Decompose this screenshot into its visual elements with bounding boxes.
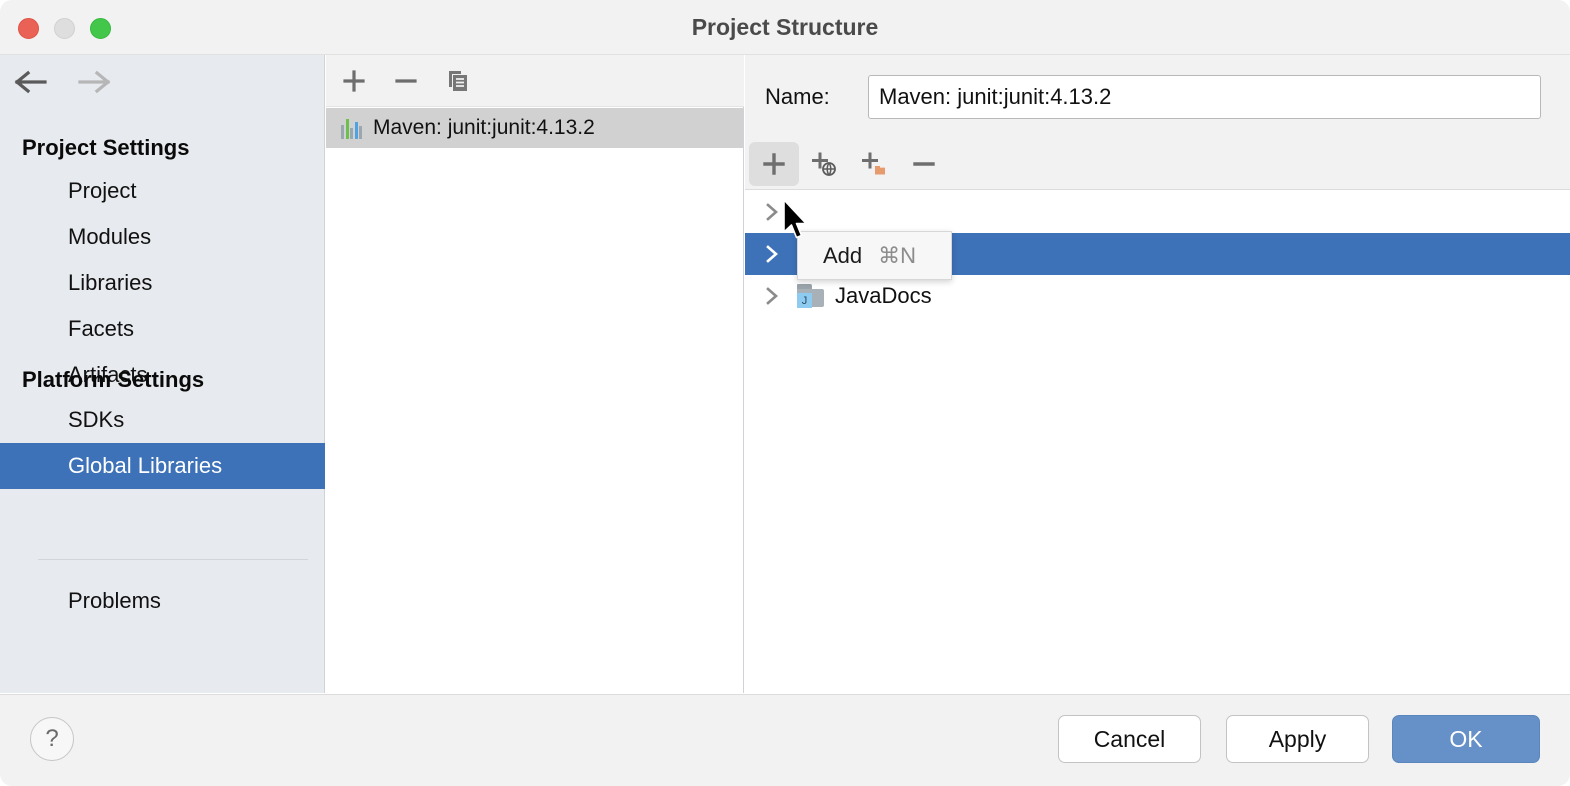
sidebar-item-label: Modules [68, 224, 151, 250]
window-title: Project Structure [0, 0, 1570, 55]
sidebar-item-label: Libraries [68, 270, 152, 296]
navigation-arrows [14, 69, 111, 95]
sidebar-section-platform-settings: Platform Settings [22, 367, 204, 393]
javadocs-folder-icon: J [797, 284, 825, 308]
sidebar-item-label: SDKs [68, 407, 124, 433]
sidebar-item-problems[interactable]: Problems [0, 578, 325, 624]
project-structure-window: Project Structure Project Settings Proje… [0, 0, 1570, 786]
copy-library-button[interactable] [436, 59, 480, 103]
help-button[interactable]: ? [30, 717, 74, 761]
library-name-input[interactable]: Maven: junit:junit:4.13.2 [868, 75, 1541, 119]
name-row: Name: Maven: junit:junit:4.13.2 [745, 55, 1570, 138]
chevron-right-icon[interactable] [761, 243, 783, 265]
tree-row[interactable] [745, 191, 1570, 233]
remove-root-button[interactable] [899, 142, 949, 186]
forward-arrow-icon[interactable] [77, 69, 111, 95]
ok-button[interactable]: OK [1392, 715, 1540, 763]
remove-library-button[interactable] [384, 59, 428, 103]
sidebar-section-project-settings: Project Settings [22, 135, 189, 161]
library-roots-toolbar [745, 138, 1570, 190]
javadocs-badge-label: J [797, 293, 812, 308]
chevron-right-icon[interactable] [761, 285, 783, 307]
sidebar-item-project[interactable]: Project [0, 168, 325, 214]
cancel-button[interactable]: Cancel [1058, 715, 1201, 763]
sidebar-item-facets[interactable]: Facets [0, 306, 325, 352]
sidebar-divider [38, 559, 308, 560]
sidebar-item-label: Problems [68, 588, 161, 614]
back-arrow-icon[interactable] [14, 69, 48, 95]
add-url-button[interactable] [799, 142, 849, 186]
sidebar-item-libraries[interactable]: Libraries [0, 260, 325, 306]
name-field-label: Name: [765, 84, 868, 110]
add-button[interactable] [749, 142, 799, 186]
sidebar-item-label: Global Libraries [68, 453, 222, 479]
tree-row[interactable]: J JavaDocs [745, 275, 1570, 317]
apply-button[interactable]: Apply [1226, 715, 1369, 763]
add-directory-button[interactable] [849, 142, 899, 186]
library-icon [341, 117, 363, 139]
library-detail-panel: Name: Maven: junit:junit:4.13.2 [745, 55, 1570, 693]
title-bar: Project Structure [0, 0, 1570, 55]
sidebar-item-label: Facets [68, 316, 134, 342]
add-library-button[interactable] [332, 59, 376, 103]
tooltip-shortcut: ⌘N [878, 243, 916, 269]
settings-sidebar: Project Settings Project Modules Librari… [0, 55, 325, 693]
tree-row-label: JavaDocs [835, 283, 932, 309]
sidebar-item-sdks[interactable]: SDKs [0, 397, 325, 443]
library-list-panel: Maven: junit:junit:4.13.2 [326, 55, 744, 693]
sidebar-item-modules[interactable]: Modules [0, 214, 325, 260]
add-button-tooltip: Add ⌘N [797, 231, 952, 280]
chevron-right-icon[interactable] [761, 201, 783, 223]
sidebar-item-label: Project [68, 178, 136, 204]
table-row[interactable]: Maven: junit:junit:4.13.2 [326, 108, 743, 148]
tooltip-label: Add [823, 243, 862, 269]
library-name-label: Maven: junit:junit:4.13.2 [373, 116, 595, 140]
library-list-toolbar [326, 55, 744, 107]
sidebar-item-global-libraries[interactable]: Global Libraries [0, 443, 325, 489]
